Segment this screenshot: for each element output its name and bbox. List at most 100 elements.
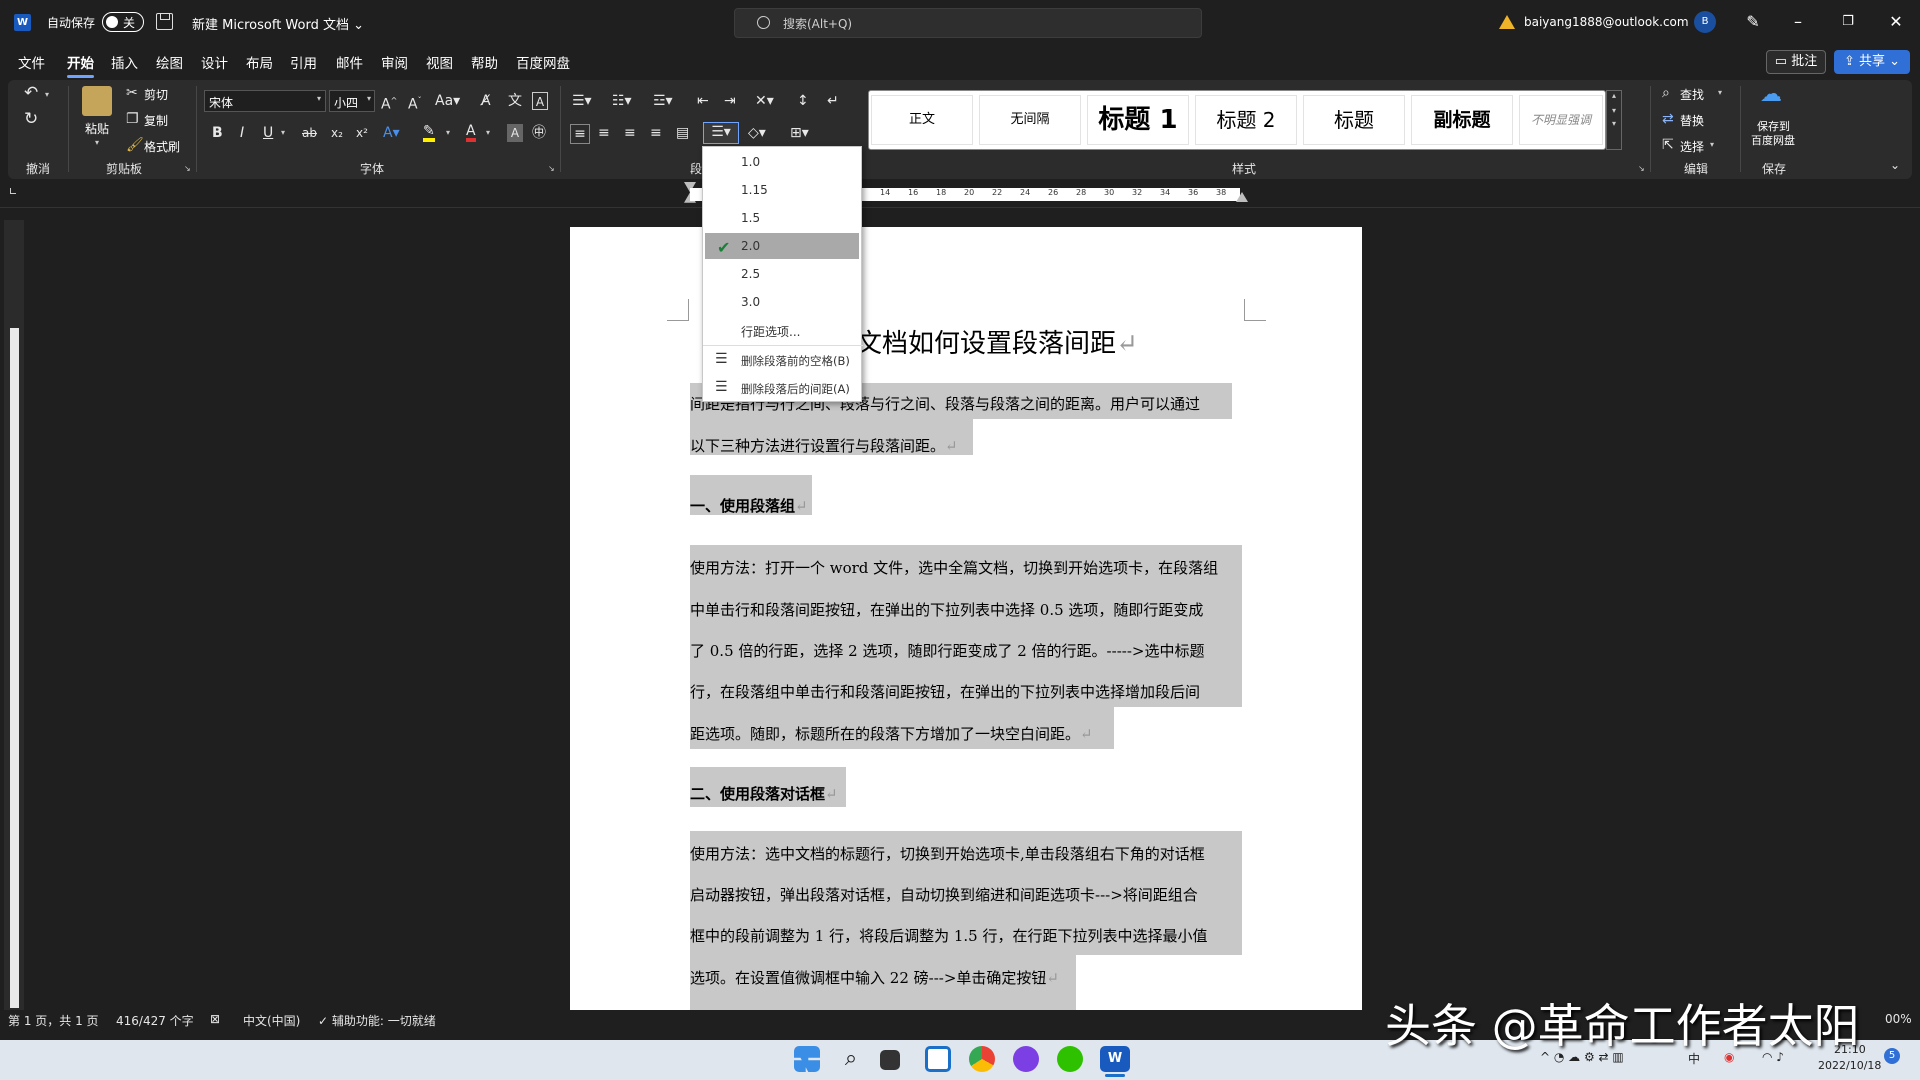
paste-label[interactable]: 粘贴 [85,120,109,137]
style-no-spacing[interactable]: 无间隔 [979,95,1081,145]
show-marks-icon[interactable]: ↵ [827,92,839,110]
character-shading-icon[interactable]: A [507,124,523,142]
style-title[interactable]: 标题 [1303,95,1405,145]
align-center-icon[interactable]: ≡ [598,124,610,142]
tab-home[interactable]: 开始 [67,52,94,78]
close-button[interactable]: ✕ [1878,10,1914,34]
paragraph-line[interactable]: 距选项。随即，标题所在的段落下方增加了一块空白间距。↵ [690,723,1093,744]
undo-dropdown-icon[interactable]: ▾ [45,90,49,99]
decrease-indent-icon[interactable]: ⇤ [697,92,709,110]
style-subtitle[interactable]: 副标题 [1411,95,1513,145]
line-spacing-option-1-15[interactable]: 1.15 [741,183,768,197]
wechat-icon[interactable] [1057,1046,1083,1072]
cut-button[interactable]: 剪切 [144,86,168,103]
tab-file[interactable]: 文件 [18,52,45,72]
paragraph-line[interactable]: 了 0.5 倍的行距，选择 2 选项，随即行距变成了 2 倍的行距。----->… [690,640,1204,661]
italic-icon[interactable]: I [240,124,244,142]
proofing-icon[interactable]: ⊠ [210,1012,220,1026]
clipboard-launcher-icon[interactable]: ↘ [184,164,191,173]
chinese-layout-icon[interactable]: ✕▾ [755,92,774,110]
document-title[interactable]: 新建 Microsoft Word 文档 ⌄ [192,14,364,33]
paste-dropdown-icon[interactable]: ▾ [95,138,99,147]
line-spacing-option-3-0[interactable]: 3.0 [741,295,760,309]
underline-dropdown-icon[interactable]: ▾ [281,128,285,137]
tab-references[interactable]: 引用 [290,52,317,72]
find-dropdown-icon[interactable]: ▾ [1718,88,1722,97]
select-icon[interactable]: ⇱ [1662,136,1674,154]
font-size-select[interactable]: 小四 ▾ [329,90,375,112]
page-count[interactable]: 第 1 页，共 1 页 [8,1012,99,1029]
redo-icon[interactable]: ↻ [24,110,38,128]
line-spacing-button[interactable]: ☰▾ [703,122,739,144]
increase-indent-icon[interactable]: ⇥ [724,92,736,110]
phonetic-guide-icon[interactable]: 文 [508,92,522,110]
line-spacing-option-2-0[interactable]: 2.0 [741,239,760,253]
select-dropdown-icon[interactable]: ▾ [1710,140,1714,149]
line-spacing-option-1-5[interactable]: 1.5 [741,211,760,225]
sort-icon[interactable]: ↕ [797,92,809,110]
baidu-cloud-icon[interactable]: ☁ [1760,84,1782,106]
line-spacing-options-link[interactable]: 行距选项... [741,323,800,340]
style-heading-2[interactable]: 标题 2 [1195,95,1297,145]
autosave-toggle[interactable]: 关 [102,12,144,32]
numbering-icon[interactable]: ☷▾ [612,92,632,110]
heading-one[interactable]: 一、使用段落组↵ [690,495,808,516]
highlight-dropdown-icon[interactable]: ▾ [446,128,450,137]
replace-icon[interactable]: ⇄ [1662,110,1674,128]
word-count[interactable]: 416/427 个字 [116,1012,194,1029]
font-color-icon[interactable]: A [466,124,476,142]
cut-icon[interactable]: ✂ [126,84,138,102]
copy-button[interactable]: 复制 [144,112,168,129]
tab-view[interactable]: 视图 [426,52,453,72]
style-normal[interactable]: 正文 [871,95,973,145]
replace-button[interactable]: 替换 [1680,112,1704,129]
font-launcher-icon[interactable]: ↘ [548,164,555,173]
tab-selector-icon[interactable] [10,188,16,194]
pen-icon[interactable]: ✎ [1735,10,1771,34]
tab-baidu-netdisk[interactable]: 百度网盘 [516,52,570,72]
undo-icon[interactable]: ↶ [24,84,38,102]
style-subtle-emphasis[interactable]: 不明显强调 [1519,95,1603,145]
shrink-font-icon[interactable]: Aˇ [408,92,422,114]
clock-date[interactable]: 2022/10/18 [1818,1059,1881,1072]
paragraph-line[interactable]: 选项。在设置值微调框中输入 22 磅--->单击确定按钮↵ [690,967,1059,988]
account-email[interactable]: baiyang1888@outlook.com [1524,15,1689,29]
remove-space-before[interactable]: 删除段落前的空格(B) [741,353,850,369]
task-view-icon[interactable] [880,1050,900,1070]
comment-button[interactable]: ▭ 批注 [1766,50,1826,74]
line-spacing-option-1-0[interactable]: 1.0 [741,155,760,169]
remove-space-after[interactable]: 删除段落后的间距(A) [741,381,850,397]
grow-font-icon[interactable]: A^ [381,92,397,114]
distributed-icon[interactable]: ▤ [676,124,689,142]
chrome-icon[interactable] [969,1046,995,1072]
borders-icon[interactable]: ⊞▾ [790,124,809,142]
collapse-ribbon-icon[interactable]: ⌄ [1890,156,1900,174]
align-right-icon[interactable]: ≡ [624,124,636,142]
font-name-select[interactable]: 宋体 ▾ [204,90,326,112]
justify-icon[interactable]: ≡ [650,124,662,142]
clear-formatting-icon[interactable]: A̸ [481,92,491,110]
heading-two[interactable]: 二、使用段落对话框↵ [690,783,838,804]
notification-badge[interactable]: 5 [1884,1048,1900,1064]
language[interactable]: 中文(中国) [243,1012,300,1029]
superscript-icon[interactable]: x² [356,124,368,142]
multilevel-list-icon[interactable]: ☲▾ [653,92,673,110]
search-icon[interactable]: ⌕ [838,1046,864,1072]
find-button[interactable]: 查找 [1680,86,1704,103]
styles-launcher-icon[interactable]: ↘ [1638,164,1645,173]
tab-help[interactable]: 帮助 [471,52,498,72]
subscript-icon[interactable]: x₂ [331,124,343,142]
style-heading-1[interactable]: 标题 1 [1087,95,1189,145]
strikethrough-icon[interactable]: ab [302,124,317,142]
enclose-characters-icon[interactable]: ㊥ [532,124,546,142]
save-icon[interactable] [156,13,173,30]
text-effects-icon[interactable]: A▾ [383,124,400,142]
search-box[interactable]: 搜索(Alt+Q) [734,8,1202,38]
select-button[interactable]: 选择 [1680,138,1704,155]
tab-review[interactable]: 审阅 [381,52,408,72]
paragraph-line[interactable]: 中单击行和段落间距按钮，在弹出的下拉列表中选择 0.5 选项，随即行距变成 [690,599,1203,620]
highlight-icon[interactable]: ✎ [423,124,435,142]
paragraph-line[interactable]: 启动器按钮，弹出段落对话框，自动切换到缩进和间距选项卡--->将间距组合 [690,884,1198,905]
change-case-icon[interactable]: Aa▾ [435,92,460,110]
avatar[interactable]: B [1694,11,1716,33]
